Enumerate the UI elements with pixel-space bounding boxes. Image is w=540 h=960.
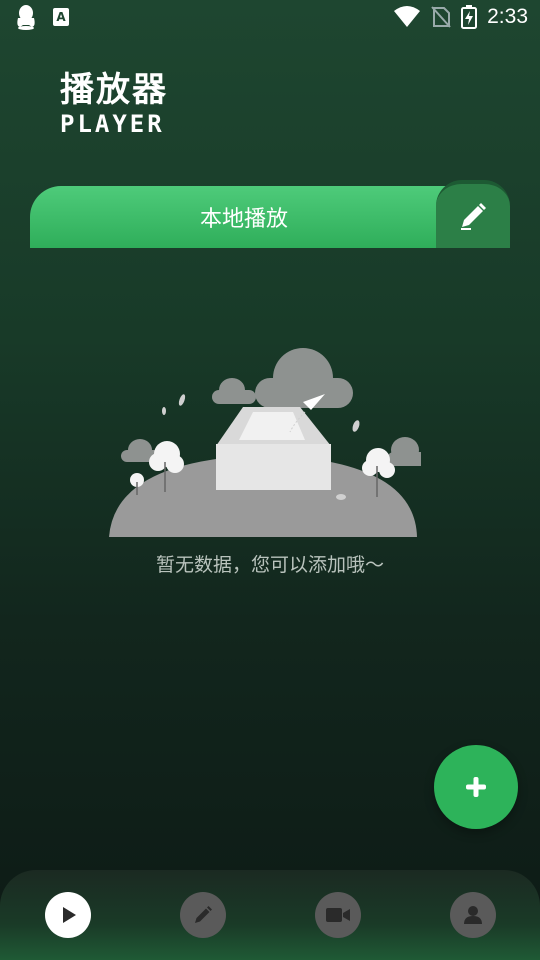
nav-item-profile[interactable] (450, 892, 496, 938)
status-bar: A 2:33 (0, 0, 540, 36)
qq-icon (17, 5, 35, 30)
status-time: 2:33 (487, 5, 528, 28)
video-camera-icon (326, 908, 350, 922)
page-subtitle: PLAYER (60, 110, 165, 138)
nav-item-video[interactable] (315, 892, 361, 938)
play-icon (63, 907, 76, 923)
svg-text:A: A (56, 10, 66, 24)
pencil-icon (461, 203, 486, 230)
nav-item-player[interactable] (45, 892, 91, 938)
status-bar-right: 2:33 (393, 5, 528, 29)
wifi-icon (394, 6, 421, 27)
add-button[interactable] (434, 745, 518, 829)
no-sim-icon (431, 6, 451, 28)
pencil-icon (195, 906, 212, 923)
status-bar-left: A (14, 4, 70, 30)
page-title: 播放器 (60, 70, 168, 110)
plus-icon (466, 777, 486, 797)
local-play-button[interactable]: 本地播放 (30, 180, 510, 248)
nav-item-edit[interactable] (180, 892, 226, 938)
user-icon (464, 906, 482, 924)
local-play-label: 本地播放 (199, 207, 288, 232)
bottom-navigation (0, 870, 540, 960)
battery-charging-icon (461, 5, 478, 29)
edit-button[interactable] (436, 180, 510, 248)
empty-state-illustration (109, 348, 421, 537)
empty-state-message: 暂无数据，您可以添加哦～ (155, 554, 384, 576)
font-app-icon: A (53, 8, 69, 26)
